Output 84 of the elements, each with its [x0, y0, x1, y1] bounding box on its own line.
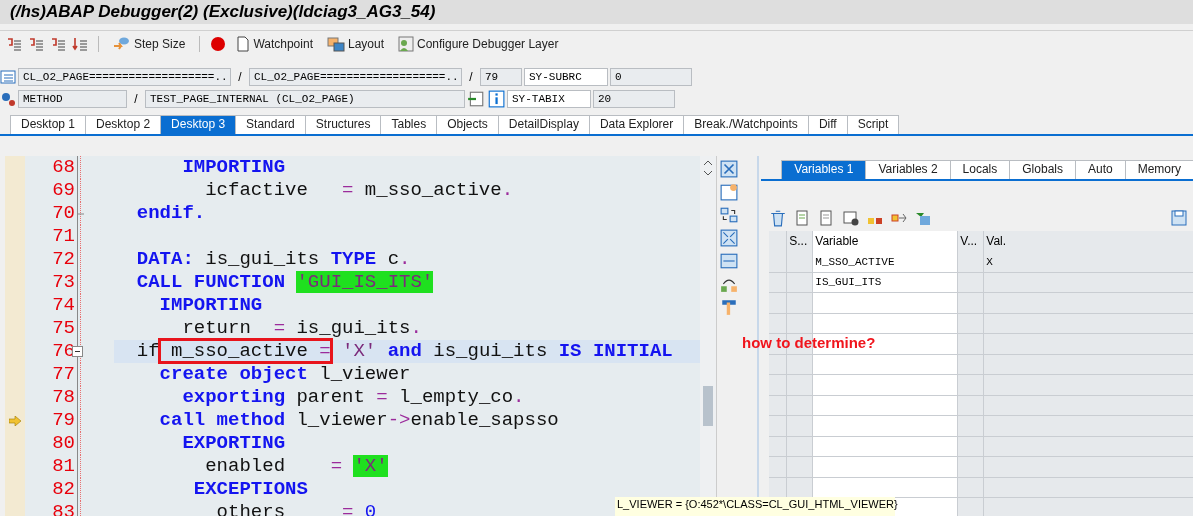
stop-icon[interactable] [210, 36, 227, 52]
variables-tab[interactable]: Memory [1124, 160, 1193, 179]
desktop-tab[interactable]: Data Explorer [588, 115, 685, 134]
code-line: EXCEPTIONS [192, 478, 308, 501]
variables-tab[interactable]: Auto [1074, 160, 1126, 179]
code-line: icfactive = m_sso_active. [204, 179, 514, 202]
filter-icon[interactable] [915, 210, 932, 226]
info-icon[interactable] [487, 90, 505, 108]
column-header[interactable]: S... [787, 231, 814, 252]
system-value-field: 0 [610, 68, 692, 86]
include-field: CL_O2_PAGE===================... [249, 68, 462, 86]
system-variable-field[interactable]: SY-TABIX [507, 90, 591, 108]
desktop-tab[interactable]: Desktop 2 [85, 115, 162, 134]
desktop-tab[interactable]: Desktop 1 [10, 115, 87, 134]
toolbar-button[interactable]: Watchpoint [232, 36, 317, 52]
separator: / [237, 70, 243, 84]
variables-tab[interactable]: Locals [949, 160, 1011, 179]
source-icon[interactable] [0, 69, 16, 85]
code-line: endif. [135, 202, 206, 225]
navigate-icon[interactable] [467, 90, 485, 108]
code-line: IMPORTING [158, 294, 263, 317]
trash-icon[interactable] [769, 209, 788, 227]
separator: / [133, 92, 139, 106]
code-line: EXPORTING [181, 432, 286, 455]
code-line: CALL FUNCTION 'GUI_IS_ITS' [135, 271, 434, 294]
toolbar-button[interactable]: Layout [322, 36, 388, 52]
layout-icon [326, 36, 345, 52]
table-cell-text: X [985, 254, 994, 270]
scrollbar-thumb[interactable] [703, 386, 714, 426]
system-value-field: 20 [593, 90, 675, 108]
annotation-text: how to determine? [742, 334, 876, 351]
variables-tab[interactable]: Globals [1009, 160, 1076, 179]
desktop-tab[interactable]: Diff [807, 115, 848, 134]
new-window-icon[interactable] [720, 183, 739, 201]
desktop-tab[interactable]: Structures [304, 115, 382, 134]
step-icon[interactable] [50, 36, 66, 52]
column-header[interactable]: Variable [813, 231, 959, 252]
desktop-tab[interactable]: Script [846, 115, 900, 134]
step-icon[interactable] [6, 36, 22, 52]
code-line: exporting parent = l_empty_co. [181, 386, 525, 409]
line-field: 79 [480, 68, 522, 86]
step-icon[interactable] [28, 36, 44, 52]
document-icon [236, 36, 251, 52]
desktop-tab[interactable]: Objects [436, 115, 499, 134]
gears-icon[interactable] [0, 91, 16, 107]
code-line: return = is_gui_its. [181, 317, 422, 340]
variables-tab[interactable]: Variables 2 [865, 160, 951, 179]
code-line: create object l_viewer [158, 363, 411, 386]
window-title: (/hs)ABAP Debugger(2) (Exclusive)(ldciag3_AG3_54) [10, 2, 436, 22]
toolbar-button[interactable]: Configure Debugger Layer [394, 36, 563, 52]
desktop-tab[interactable]: Desktop 3 [160, 115, 237, 134]
desktop-tab[interactable]: Standard [235, 115, 306, 134]
code-line: DATA: is_gui_its TYPE c. [135, 248, 411, 271]
resize-icon[interactable] [720, 252, 739, 270]
event-type-field: METHOD [18, 90, 127, 108]
desktop-tab[interactable]: DetailDisplay [497, 115, 590, 134]
code-line: call method l_viewer->enable_sapsso [158, 409, 559, 432]
desktop-tab[interactable]: Tables [380, 115, 438, 134]
step-icon[interactable] [72, 36, 88, 52]
separator: / [468, 70, 474, 84]
scroll-up-icon[interactable] [703, 160, 714, 166]
remove-row-icon[interactable] [843, 210, 860, 226]
code-line: enabled = 'X' [204, 455, 388, 478]
swap-icon[interactable] [720, 206, 739, 224]
table-cell-text: M_SSO_ACTIVE [814, 254, 896, 270]
save-icon[interactable] [1171, 210, 1187, 226]
collapse-icon[interactable] [72, 346, 83, 357]
scroll-down-icon[interactable] [703, 170, 714, 176]
desktop-tab[interactable]: Break./Watchpoints [683, 115, 809, 134]
column-header[interactable]: Val. [984, 231, 1193, 252]
tools-icon[interactable] [720, 298, 739, 316]
column-header[interactable]: V... [958, 231, 985, 252]
code-line: IMPORTING [181, 156, 286, 179]
code-line: if m_sso_active = 'X' and is_gui_its IS INITIAL [135, 340, 673, 363]
close-icon[interactable] [720, 160, 739, 178]
maximize-icon[interactable] [720, 229, 739, 247]
event-field: TEST_PAGE_INTERNAL (CL_O2_PAGE) [145, 90, 465, 108]
program-field: CL_O2_PAGE===================... [18, 68, 231, 86]
person-settings-icon [398, 36, 414, 52]
toolbar-button[interactable]: Step Size [109, 36, 190, 52]
table-cell-text: IS_GUI_ITS [814, 275, 883, 291]
highlight-box: m_sso_active = [159, 340, 331, 362]
system-variable-field[interactable]: SY-SUBRC [524, 68, 608, 86]
variables-tab[interactable]: Variables 1 [781, 160, 867, 179]
